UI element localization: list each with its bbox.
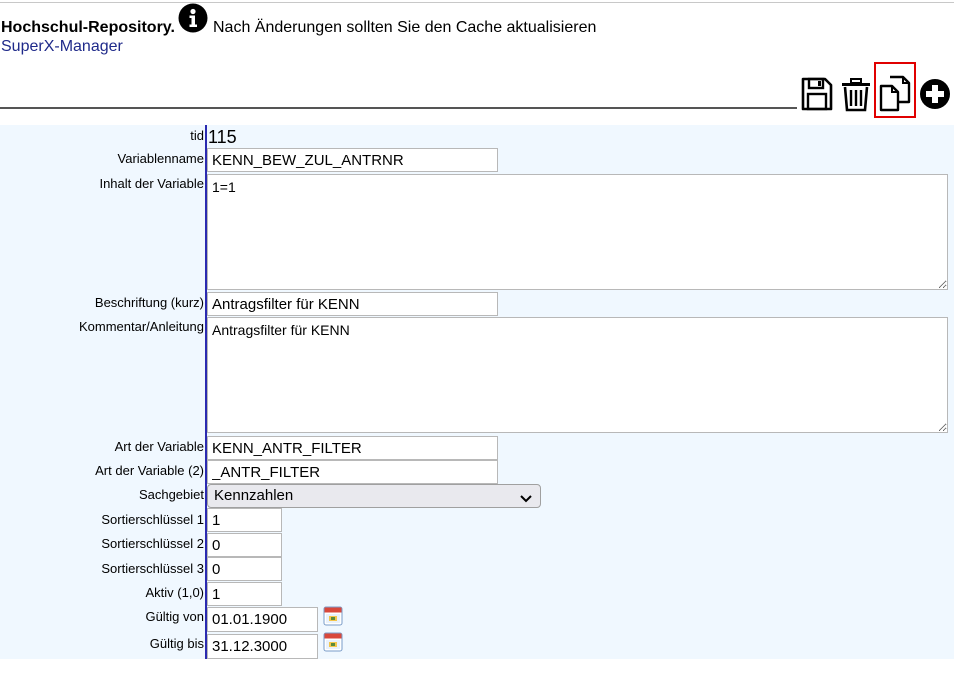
sachgebiet-select[interactable]: Kennzahlen [207,484,541,508]
art-label: Art der Variable [114,439,204,454]
tid-label: tid [190,128,204,143]
save-button[interactable] [800,76,834,112]
inhalt-label: Inhalt der Variable [99,176,204,191]
art-input[interactable] [207,436,498,460]
tid-value: 115 [208,127,237,147]
gueltig-bis-label: Gültig bis [149,636,204,651]
art2-input[interactable] [207,460,498,484]
trash-icon [840,77,872,112]
calendar-icon[interactable] [323,606,343,626]
gueltig-von-label: Gültig von [145,609,204,624]
cache-message: Nach Änderungen sollten Sie den Cache ak… [213,19,597,36]
info-icon[interactable] [178,3,208,33]
sachgebiet-selected: Kennzahlen [214,487,294,504]
chevron-down-icon [520,491,532,503]
sort1-label: Sortierschlüssel 1 [101,512,204,527]
inhalt-textarea[interactable]: 1=1 [207,174,948,290]
delete-button[interactable] [840,77,872,112]
add-button[interactable] [919,78,951,110]
copy-icon [876,64,914,116]
save-icon [800,76,834,112]
variablenname-input[interactable] [207,148,498,172]
beschriftung-label: Beschriftung (kurz) [94,295,204,310]
top-divider [0,2,954,3]
beschriftung-input[interactable] [207,292,498,316]
kommentar-label: Kommentar/Anleitung [78,319,204,334]
sort3-label: Sortierschlüssel 3 [101,561,204,576]
aktiv-input[interactable] [207,582,282,606]
variablenname-label: Variablenname [117,151,204,166]
aktiv-label: Aktiv (1,0) [145,585,204,600]
sort2-input[interactable] [207,533,282,557]
gueltig-von-input[interactable] [207,607,318,632]
calendar-icon[interactable] [323,632,343,652]
superx-manager-link[interactable]: SuperX-Manager [1,38,123,56]
sort3-input[interactable] [207,557,282,581]
sachgebiet-label: Sachgebiet [138,487,204,502]
kommentar-textarea[interactable]: Antragsfilter für KENN [207,317,948,433]
gueltig-bis-input[interactable] [207,634,318,659]
header-divider [0,107,797,109]
page-title: Hochschul-Repository. [1,19,175,36]
art2-label: Art der Variable (2) [95,463,204,478]
plus-circle-icon [919,78,951,110]
sort1-input[interactable] [207,508,282,532]
sort2-label: Sortierschlüssel 2 [101,536,204,551]
copy-button[interactable] [874,62,916,118]
